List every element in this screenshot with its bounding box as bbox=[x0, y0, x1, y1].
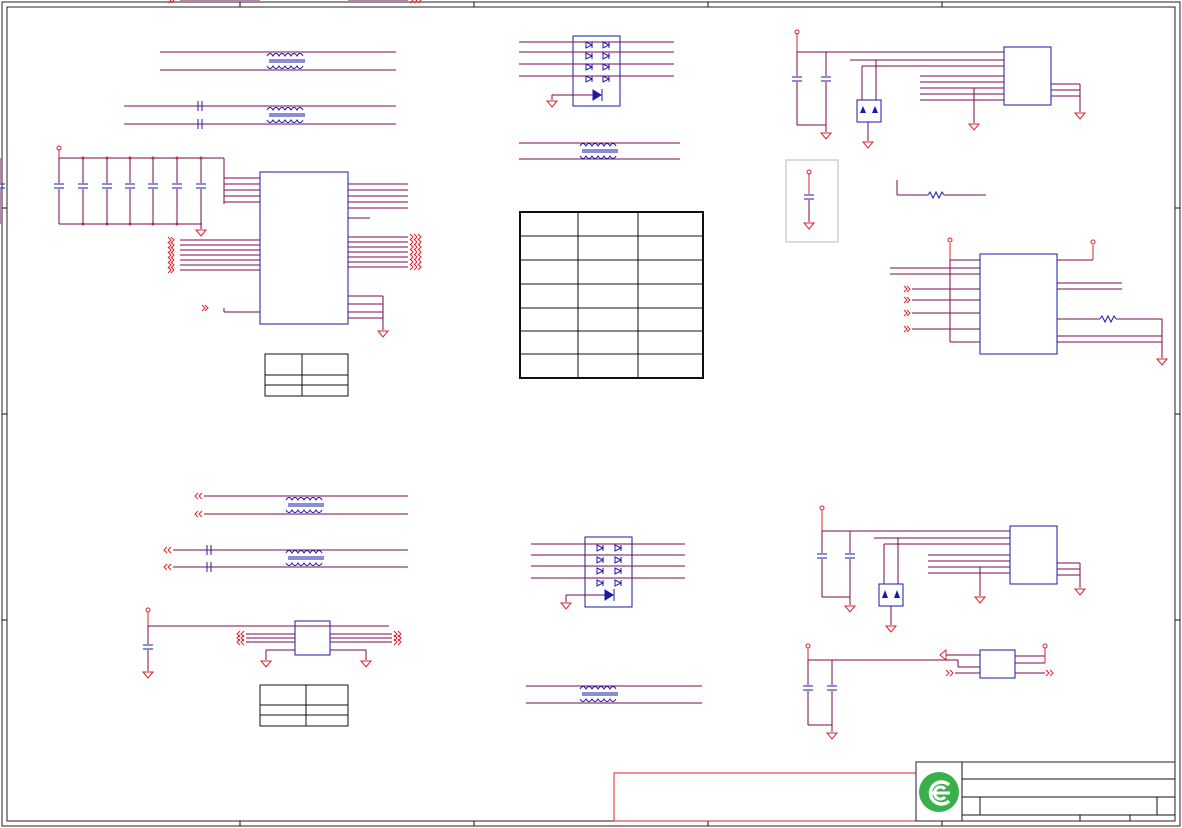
top-left-small-table bbox=[264, 353, 349, 397]
sheet-border bbox=[1, 1, 1181, 827]
gray-boxed-capacitor bbox=[785, 159, 839, 243]
ic-u2-right bbox=[890, 237, 1168, 366]
main-ic-u1 bbox=[167, 0, 422, 338]
tvs-diode-array-bottom bbox=[531, 536, 685, 610]
top-left-transformer-block bbox=[124, 51, 396, 130]
resistor-top-right bbox=[896, 180, 986, 200]
green-circle-logo-icon bbox=[919, 772, 959, 812]
ic-u4-bottom-right bbox=[802, 643, 1054, 740]
usb-connector-bottom bbox=[816, 505, 1086, 633]
pin-assignment-table bbox=[519, 211, 704, 379]
usb-connector-top bbox=[791, 29, 1086, 149]
ic-u3-bottom-left bbox=[142, 607, 402, 679]
bottom-left-small-table bbox=[259, 684, 349, 727]
schematic-sheet bbox=[0, 0, 1182, 828]
notes-box bbox=[613, 772, 917, 822]
tvs-diode-array-top bbox=[519, 35, 674, 108]
decoupling-capacitor-bank bbox=[0, 145, 225, 237]
transformer-bottom-middle bbox=[526, 685, 702, 704]
transformer-top-middle bbox=[519, 142, 680, 160]
bottom-left-transformer-block bbox=[163, 492, 408, 573]
